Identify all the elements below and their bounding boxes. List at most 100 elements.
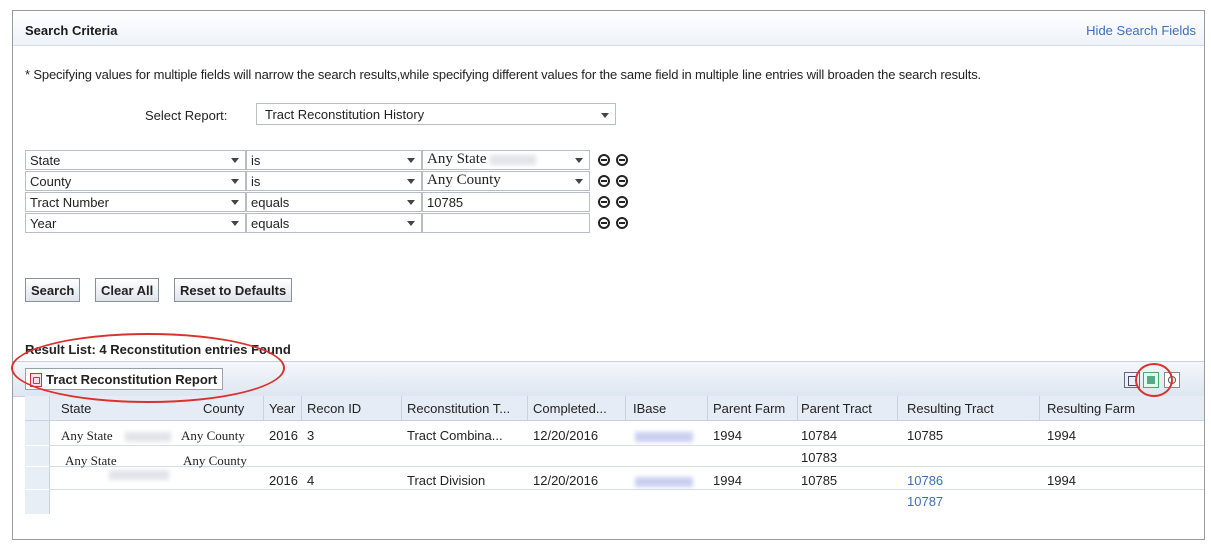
results-toolbar: Tract Reconstitution Report [13,361,1204,397]
chevron-down-icon [407,179,415,184]
value-select[interactable]: Any State [422,150,590,170]
field-select-value: Year [30,216,57,231]
pdf-icon [30,373,42,387]
cell-recon-id: 4 [307,473,315,488]
column-divider [1039,396,1040,420]
report-button-label: Tract Reconstitution Report [46,372,218,387]
chevron-down-icon [231,179,239,184]
cell-parent-tract: 10783 [801,450,838,465]
year-input[interactable] [422,213,590,233]
add-row-icon[interactable] [598,175,610,187]
add-row-icon[interactable] [598,196,610,208]
cell-reconstitution-type: Tract Division [407,473,486,488]
operator-select-value: is [251,153,261,168]
value-select[interactable]: Any County [422,171,590,191]
field-select-value: State [30,153,61,168]
field-select[interactable]: Year [25,213,246,233]
remove-row-icon[interactable] [616,175,628,187]
redacted-ibase[interactable] [635,477,693,487]
cell-state: Any State [65,453,117,468]
operator-select-value: equals [251,195,290,210]
redacted-ibase[interactable] [635,432,693,442]
col-resulting-farm[interactable]: Resulting Farm [1047,401,1135,416]
col-recon-id[interactable]: Recon ID [307,401,361,416]
cell-county: Any County [181,428,245,443]
select-report-value: Tract Reconstitution History [265,107,425,122]
cell-completed: 12/20/2016 [533,428,599,443]
cell-year: 2016 [269,428,298,443]
row-selector[interactable] [25,467,50,489]
col-county[interactable]: County [203,401,244,416]
chevron-down-icon [407,200,415,205]
redacted-mark [490,154,537,165]
column-divider [625,396,626,420]
field-select-value: Tract Number [30,195,109,210]
resulting-tract-link[interactable]: 10787 [907,494,943,509]
operator-select[interactable]: equals [246,213,422,233]
remove-row-icon[interactable] [616,217,628,229]
search-button[interactable]: Search [25,278,81,302]
print-icon[interactable] [1124,372,1140,388]
redacted-mark [125,432,171,442]
select-all-cell[interactable] [25,396,50,420]
operator-select[interactable]: is [246,171,422,191]
operator-select[interactable]: equals [246,192,422,212]
col-year[interactable]: Year [269,401,295,416]
operator-select[interactable]: is [246,150,422,170]
cell-resulting-tract: 10785 [907,428,944,443]
cell-parent-farm: 1994 [713,428,742,443]
column-divider [897,396,898,420]
table-header: State County Year Recon ID Reconstitutio… [25,396,1204,421]
chevron-down-icon [407,158,415,163]
field-select-value: County [30,174,72,189]
row-selector[interactable] [25,421,50,445]
clear-all-button[interactable]: Clear All [95,278,160,302]
remove-row-icon[interactable] [616,196,628,208]
cell-state: Any State [61,428,113,443]
field-select[interactable]: Tract Number [25,192,246,212]
row-divider [49,489,1204,490]
cell-parent-farm: 1994 [713,473,742,488]
add-row-icon[interactable] [598,217,610,229]
search-criteria-header: Search Criteria Hide Search Fields [13,11,1204,46]
export-excel-icon[interactable] [1143,372,1159,388]
col-state[interactable]: State [61,401,91,416]
remove-row-icon[interactable] [616,154,628,166]
col-resulting-tract[interactable]: Resulting Tract [907,401,994,416]
value-select-value: Any County [427,172,501,188]
search-note: * Specifying values for multiple fields … [25,67,982,82]
col-reconstitution-type[interactable]: Reconstitution T... [407,401,510,416]
tract-number-value: 10785 [427,195,464,210]
search-criteria-title: Search Criteria [25,23,118,38]
add-row-icon[interactable] [598,154,610,166]
column-divider [301,396,302,420]
col-parent-farm[interactable]: Parent Farm [713,401,785,416]
redacted-mark [109,470,169,480]
hide-search-fields-link[interactable]: Hide Search Fields [1086,23,1196,38]
chevron-down-icon [575,158,583,163]
select-report-dropdown[interactable]: Tract Reconstitution History [256,103,616,125]
cell-year: 2016 [269,473,298,488]
col-ibase[interactable]: IBase [633,401,666,416]
col-parent-tract[interactable]: Parent Tract [801,401,872,416]
result-list-title: Result List: 4 Reconstitution entries Fo… [25,342,291,357]
tract-number-input[interactable]: 10785 [422,192,590,212]
cell-county: Any County [183,453,247,468]
chevron-down-icon [231,200,239,205]
row-selector[interactable] [25,446,50,466]
column-divider [707,396,708,420]
resulting-tract-link[interactable]: 10786 [907,473,943,488]
field-select[interactable]: State [25,150,246,170]
column-divider [797,396,798,420]
column-divider [263,396,264,420]
col-completed[interactable]: Completed... [533,401,607,416]
field-select[interactable]: County [25,171,246,191]
search-panel: Search Criteria Hide Search Fields * Spe… [11,10,1205,540]
operator-select-value: equals [251,216,290,231]
settings-icon[interactable] [1164,372,1180,388]
tract-reconstitution-report-button[interactable]: Tract Reconstitution Report [25,368,224,390]
cell-resulting-farm: 1994 [1047,473,1076,488]
row-selector[interactable] [25,490,50,514]
cell-completed: 12/20/2016 [533,473,599,488]
reset-to-defaults-button[interactable]: Reset to Defaults [174,278,293,302]
